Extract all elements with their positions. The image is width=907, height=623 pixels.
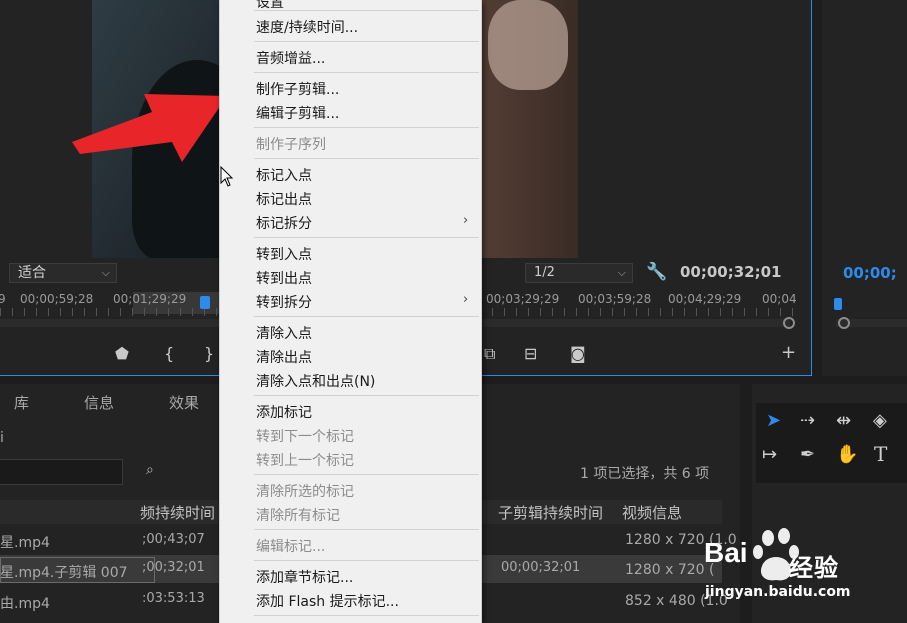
ruler-label: 00;04;29;29 — [668, 292, 742, 306]
ruler-label: 9 — [0, 292, 6, 306]
menu-item-make-subclip[interactable]: 制作子剪辑... — [256, 79, 339, 99]
ruler-label: 00;04 — [762, 292, 797, 306]
resolution-label: 1/2 — [534, 265, 555, 280]
chevron-down-icon: ⌵ — [617, 266, 626, 279]
menu-separator — [254, 158, 479, 159]
fit-dropdown[interactable]: 适合 ⌵ — [9, 263, 117, 283]
playhead[interactable] — [200, 296, 210, 309]
menu-item-go-to-in[interactable]: 转到入点 — [256, 244, 312, 264]
overwrite-icon[interactable]: ⊟ — [524, 344, 537, 363]
menu-item-add-chapter-marker[interactable]: 添加章节标记... — [256, 567, 353, 587]
track-select-icon[interactable]: ⇢ — [800, 410, 815, 431]
panel-name-stub: i — [0, 430, 4, 446]
search-input[interactable] — [0, 459, 123, 485]
resolution-dropdown[interactable]: 1/2 ⌵ — [525, 263, 633, 283]
column-duration[interactable]: 频持续时间 — [140, 502, 215, 523]
submenu-arrow-icon: › — [463, 292, 469, 307]
video-hand — [488, 0, 568, 90]
menu-item-clear-all-markers: 清除所有标记 — [256, 508, 340, 524]
menu-item-make-subsequence: 制作子序列 — [256, 137, 326, 153]
wrench-icon[interactable]: 🔧 — [646, 262, 667, 282]
ruler-label: 00;01;29;29 — [113, 292, 187, 306]
menu-separator — [254, 395, 479, 396]
menu-item-mark-split[interactable]: 标记拆分 — [256, 213, 312, 233]
menu-item-edit-subclip[interactable]: 编辑子剪辑... — [256, 103, 339, 123]
program-timecode[interactable]: 00;00; — [843, 264, 897, 282]
clip-duration: :03:53:13 — [142, 591, 205, 606]
mark-in-icon[interactable]: { — [164, 344, 174, 363]
menu-item-add-marker[interactable]: 添加标记 — [256, 402, 312, 422]
slip-icon[interactable]: ↦ — [762, 444, 777, 465]
mouse-cursor-icon — [220, 166, 234, 187]
menu-separator — [254, 560, 479, 561]
menu-separator — [254, 237, 479, 238]
menu-item-next-marker: 转到下一个标记 — [256, 429, 354, 445]
program-playhead[interactable] — [834, 298, 842, 310]
menu-item-speed-duration[interactable]: 速度/持续时间... — [256, 17, 358, 37]
menu-item-clear-in[interactable]: 清除入点 — [256, 323, 312, 343]
razor-icon[interactable]: ◈ — [873, 410, 887, 431]
tab-effects[interactable]: 效果 — [169, 392, 199, 413]
menu-separator — [254, 316, 479, 317]
fit-label: 适合 — [18, 265, 46, 281]
menu-item-clear-in-out[interactable]: 清除入点和出点(N) — [256, 371, 375, 391]
subclip-duration: 00;00;32;01 — [501, 560, 581, 575]
marker-icon[interactable]: ⬟ — [115, 344, 129, 363]
plus-icon[interactable]: + — [781, 342, 796, 363]
pen-icon[interactable]: ✒ — [800, 444, 815, 465]
menu-item-edit-marker: 编辑标记... — [256, 539, 326, 555]
red-arrow-annotation — [72, 94, 227, 162]
ruler-label: 00;03;59;28 — [578, 292, 652, 306]
camera-icon[interactable]: ◙ — [570, 344, 586, 363]
submenu-arrow-icon: › — [463, 213, 469, 228]
context-menu: 设置 速度/持续时间... 音频增益... 制作子剪辑... 编辑子剪辑... … — [219, 0, 482, 623]
menu-item-mark-in[interactable]: 标记入点 — [256, 165, 312, 185]
rename-field[interactable] — [0, 557, 155, 583]
chevron-down-icon: ⌵ — [101, 266, 110, 279]
menu-separator — [254, 41, 479, 42]
menu-separator — [254, 615, 479, 616]
tab-library[interactable]: 库 — [14, 392, 29, 413]
menu-separator — [254, 474, 479, 475]
watermark-url: jingyan.baidu.com — [705, 584, 851, 600]
menu-separator — [254, 72, 479, 73]
menu-item-clear-selected-marker: 清除所选的标记 — [256, 484, 354, 500]
clip-name: 由.mp4 — [0, 596, 50, 612]
clip-duration: ;00;43;07 — [142, 532, 205, 547]
ripple-edit-icon[interactable]: ⇹ — [836, 410, 851, 431]
menu-separator — [254, 127, 479, 128]
menu-item-mark-out[interactable]: 标记出点 — [256, 189, 312, 209]
menu-item-clear-out[interactable]: 清除出点 — [256, 347, 312, 367]
search-bin-icon[interactable]: ⌕ — [146, 462, 154, 478]
source-timecode[interactable]: 00;00;32;01 — [680, 263, 782, 281]
column-video-info[interactable]: 视频信息 — [622, 502, 682, 523]
menu-item-add-flash-cue[interactable]: 添加 Flash 提示标记... — [256, 591, 399, 611]
mark-out-icon[interactable]: } — [204, 344, 214, 363]
watermark-brand: Bai — [704, 537, 748, 568]
ruler-label: 00;00;59;28 — [20, 292, 94, 306]
clip-name: 星.mp4 — [0, 535, 50, 551]
watermark-brand-cn: 经验 — [789, 554, 839, 582]
selection-info: 1 项已选择，共 6 项 — [580, 466, 710, 482]
program-zoom-handle[interactable] — [838, 317, 850, 329]
type-icon[interactable]: T — [874, 442, 887, 466]
menu-item-audio-gain[interactable]: 音频增益... — [256, 48, 325, 68]
menu-separator — [254, 529, 479, 530]
hand-icon[interactable]: ✋ — [836, 444, 858, 465]
tab-info[interactable]: 信息 — [84, 392, 114, 413]
menu-separator — [254, 10, 479, 11]
insert-icon[interactable]: ⧉ — [484, 344, 495, 364]
ruler-label: 00;03;29;29 — [486, 292, 560, 306]
selection-tool-icon[interactable]: ➤ — [766, 410, 781, 431]
menu-item-go-to-out[interactable]: 转到出点 — [256, 268, 312, 288]
menu-item-go-to-split[interactable]: 转到拆分 — [256, 292, 312, 312]
column-subclip-duration[interactable]: 子剪辑持续时间 — [498, 502, 603, 523]
menu-item-prev-marker: 转到上一个标记 — [256, 453, 354, 469]
zoom-handle[interactable] — [783, 317, 795, 329]
